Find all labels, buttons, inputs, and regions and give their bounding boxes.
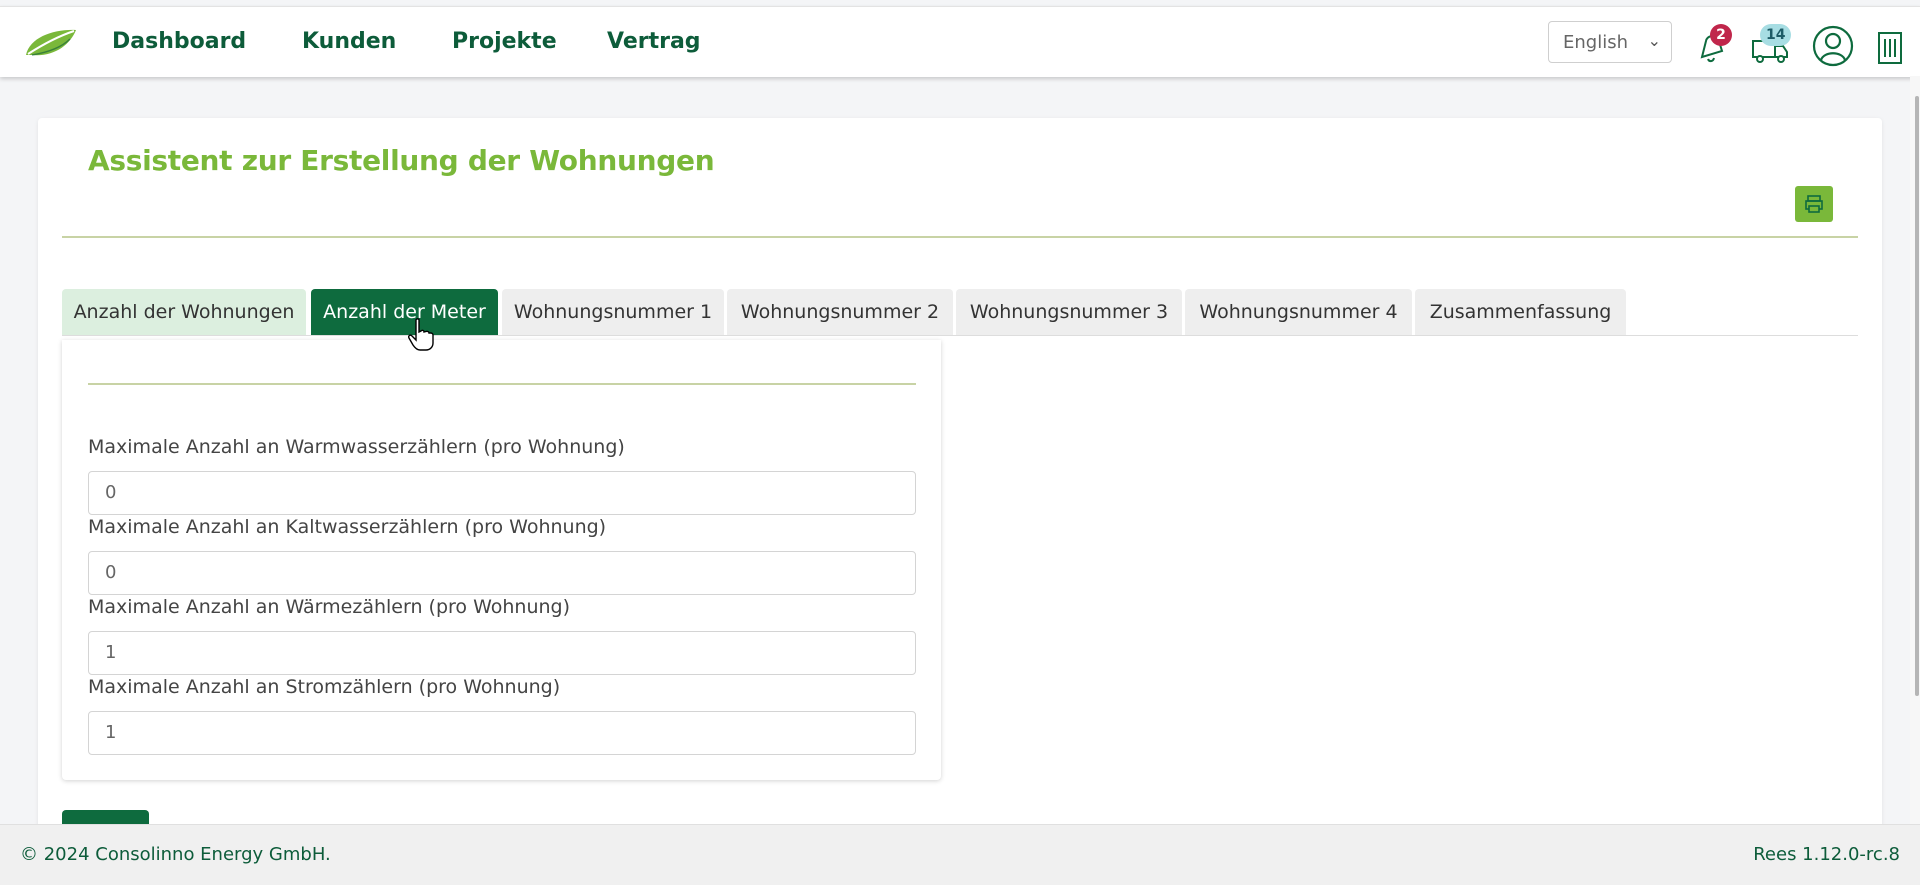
tab-anzahl-wohnungen[interactable]: Anzahl der Wohnungen — [62, 289, 306, 335]
tab-wohnungsnummer-3[interactable]: Wohnungsnummer 3 — [956, 289, 1182, 335]
warmwasser-input[interactable]: 0 — [88, 471, 916, 515]
title-divider — [62, 236, 1858, 238]
hand-cursor-icon — [408, 318, 434, 351]
panel-divider — [88, 383, 916, 385]
strom-input[interactable]: 1 — [88, 711, 916, 755]
deliveries-button[interactable]: 14 — [1750, 24, 1792, 67]
chevron-down-icon: ⌄ — [1647, 31, 1661, 50]
tab-wohnungsnummer-4[interactable]: Wohnungsnummer 4 — [1185, 289, 1412, 335]
printer-icon — [1805, 195, 1823, 213]
tabs-divider — [62, 335, 1858, 336]
building-icon — [1878, 32, 1902, 64]
kaltwasser-input[interactable]: 0 — [88, 551, 916, 595]
waerme-input[interactable]: 1 — [88, 631, 916, 675]
tab-wohnungsnummer-2[interactable]: Wohnungsnummer 2 — [727, 289, 953, 335]
nav-item-kunden[interactable]: Kunden — [302, 29, 396, 54]
nav-item-vertrag[interactable]: Vertrag — [607, 29, 701, 54]
waerme-label: Maximale Anzahl an Wärmezählern (pro Woh… — [88, 596, 571, 618]
kaltwasser-label: Maximale Anzahl an Kaltwasserzählern (pr… — [88, 516, 607, 538]
user-menu-button[interactable] — [1812, 25, 1854, 67]
strom-label: Maximale Anzahl an Stromzählern (pro Woh… — [88, 676, 561, 698]
tab-zusammenfassung[interactable]: Zusammenfassung — [1415, 289, 1626, 335]
nav-item-dashboard[interactable]: Dashboard — [112, 29, 246, 54]
language-select[interactable]: English ⌄ — [1548, 21, 1672, 63]
footer-version: Rees 1.12.0-rc.8 — [1753, 844, 1900, 865]
user-icon — [1812, 25, 1854, 67]
footer-copyright: © 2024 Consolinno Energy GmbH. — [20, 844, 331, 865]
tab-wohnungsnummer-1[interactable]: Wohnungsnummer 1 — [502, 289, 724, 335]
notifications-button[interactable]: 2 — [1694, 24, 1732, 67]
language-select-value: English — [1563, 32, 1628, 53]
tab-anzahl-meter[interactable]: Anzahl der Meter — [311, 289, 498, 335]
notifications-badge: 2 — [1710, 24, 1732, 46]
messages-badge: 14 — [1760, 24, 1792, 46]
page-title: Assistent zur Erstellung der Wohnungen — [88, 144, 715, 177]
warmwasser-label: Maximale Anzahl an Warmwasserzählern (pr… — [88, 436, 625, 458]
footer: © 2024 Consolinno Energy GmbH. Rees 1.12… — [0, 824, 1920, 885]
top-navbar: Dashboard Kunden Projekte Vertrag Englis… — [0, 6, 1920, 77]
company-button[interactable] — [1874, 27, 1906, 67]
nav-item-projekte[interactable]: Projekte — [452, 29, 557, 54]
print-button[interactable] — [1795, 186, 1833, 222]
leaf-logo-icon[interactable] — [24, 27, 78, 59]
page-scrollbar-thumb[interactable] — [1915, 96, 1919, 696]
